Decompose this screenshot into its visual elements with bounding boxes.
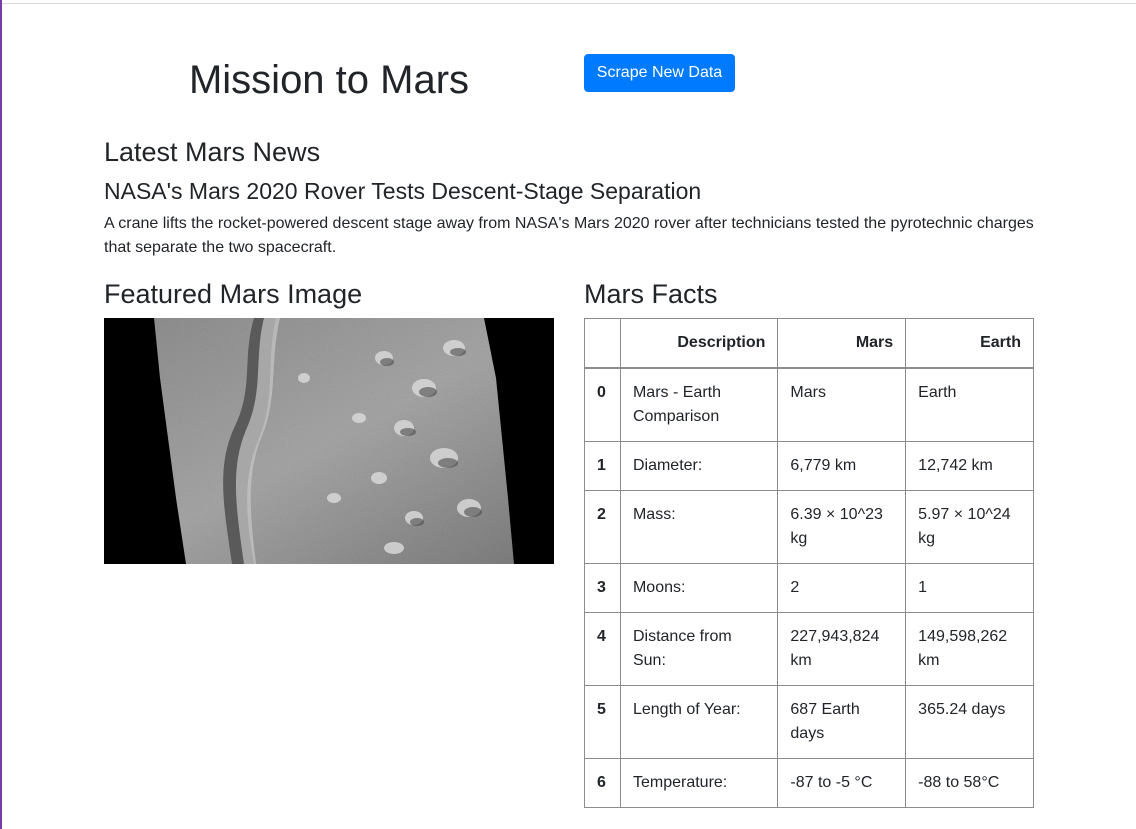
row-index: 0 bbox=[584, 367, 621, 442]
latest-news-heading: Latest Mars News bbox=[104, 137, 321, 167]
column-header-index bbox=[584, 318, 621, 369]
table-row: 5 Length of Year: 687 Earth days 365.24 … bbox=[584, 685, 1034, 759]
page-title: Mission to Mars bbox=[188, 58, 470, 102]
table-row: 0 Mars - Earth Comparison Mars Earth bbox=[584, 367, 1034, 442]
table-header-row: Description Mars Earth bbox=[584, 318, 1034, 369]
cell-earth: 1 bbox=[905, 563, 1034, 613]
row-index: 1 bbox=[584, 441, 621, 491]
featured-mars-image bbox=[104, 318, 554, 564]
cell-earth: Earth bbox=[905, 367, 1034, 442]
cell-mars: 687 Earth days bbox=[777, 685, 907, 759]
row-index: 6 bbox=[584, 758, 621, 808]
featured-image-heading: Featured Mars Image bbox=[104, 279, 363, 309]
window-edge bbox=[0, 0, 2, 829]
cell-mars: 227,943,824 km bbox=[777, 612, 907, 686]
cell-description: Moons: bbox=[619, 563, 779, 613]
cell-description: Length of Year: bbox=[619, 685, 779, 759]
cell-mars: 2 bbox=[777, 563, 907, 613]
row-index: 3 bbox=[584, 563, 621, 613]
row-index: 5 bbox=[584, 685, 621, 759]
cell-description: Diameter: bbox=[619, 441, 779, 491]
cell-description: Temperature: bbox=[619, 758, 779, 808]
cell-mars: Mars bbox=[777, 367, 907, 442]
cell-description: Mass: bbox=[619, 490, 779, 564]
news-title: NASA's Mars 2020 Rover Tests Descent-Sta… bbox=[104, 178, 702, 204]
cell-earth: 149,598,262 km bbox=[905, 612, 1034, 686]
column-header-mars: Mars bbox=[777, 318, 907, 369]
row-index: 2 bbox=[584, 490, 621, 564]
scrape-new-data-button[interactable]: Scrape New Data bbox=[584, 54, 735, 92]
cell-mars: 6,779 km bbox=[777, 441, 907, 491]
column-header-earth: Earth bbox=[905, 318, 1034, 369]
cell-earth: 12,742 km bbox=[905, 441, 1034, 491]
cell-earth: 5.97 × 10^24 kg bbox=[905, 490, 1034, 564]
column-header-description: Description bbox=[619, 318, 779, 369]
cell-description: Mars - Earth Comparison bbox=[619, 367, 779, 442]
table-row: 4 Distance from Sun: 227,943,824 km 149,… bbox=[584, 612, 1034, 686]
cell-earth: -88 to 58°C bbox=[905, 758, 1034, 808]
mars-facts-heading: Mars Facts bbox=[584, 279, 718, 309]
table-row: 2 Mass: 6.39 × 10^23 kg 5.97 × 10^24 kg bbox=[584, 490, 1034, 564]
cell-description: Distance from Sun: bbox=[619, 612, 779, 686]
table-row: 6 Temperature: -87 to -5 °C -88 to 58°C bbox=[584, 758, 1034, 808]
table-row: 3 Moons: 2 1 bbox=[584, 563, 1034, 613]
cell-earth: 365.24 days bbox=[905, 685, 1034, 759]
news-teaser: A crane lifts the rocket-powered descent… bbox=[104, 215, 1034, 256]
cell-mars: -87 to -5 °C bbox=[777, 758, 907, 808]
row-index: 4 bbox=[584, 612, 621, 686]
table-row: 1 Diameter: 6,779 km 12,742 km bbox=[584, 441, 1034, 491]
top-rule bbox=[0, 3, 1136, 4]
cell-mars: 6.39 × 10^23 kg bbox=[777, 490, 907, 564]
mars-facts-table: Description Mars Earth 0 Mars - Earth Co… bbox=[584, 318, 1034, 808]
